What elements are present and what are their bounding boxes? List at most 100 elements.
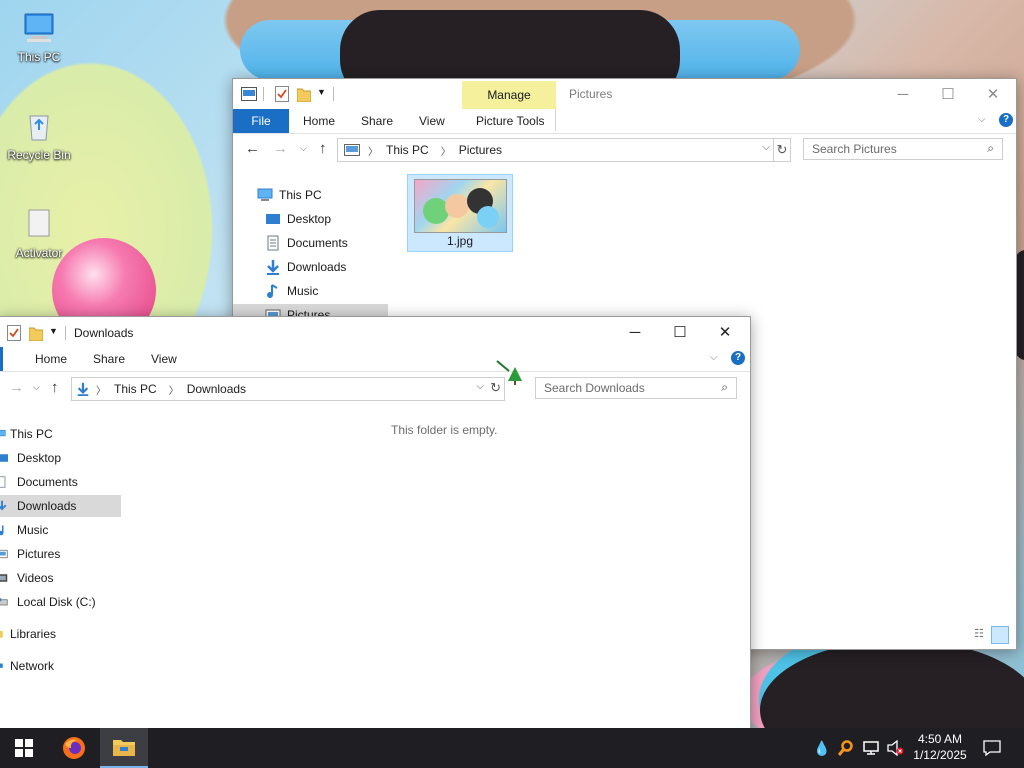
tab-home[interactable]: Home bbox=[25, 347, 77, 371]
help-icon[interactable]: ? bbox=[999, 113, 1013, 127]
firefox-taskbar-button[interactable] bbox=[50, 728, 98, 768]
maximize-button[interactable]: ☐ bbox=[657, 317, 703, 347]
desktop-icon-recycle-bin[interactable]: Recycle Bin bbox=[4, 108, 74, 162]
close-button[interactable]: ✕ bbox=[702, 317, 748, 347]
firefox-icon bbox=[63, 737, 85, 759]
speaker-muted-icon bbox=[887, 740, 904, 756]
new-folder-icon[interactable] bbox=[297, 86, 311, 102]
search-input[interactable]: Search Downloads ⌕ bbox=[535, 377, 737, 399]
nav-item-local-disk[interactable]: Local Disk (C:) bbox=[0, 591, 96, 613]
pictures-icon bbox=[0, 549, 8, 559]
network-status-icon[interactable] bbox=[860, 728, 882, 768]
taskbar: 💧 4:50 AM 1/12/2025 bbox=[0, 728, 1024, 768]
file-tile[interactable]: 1.jpg bbox=[407, 174, 513, 252]
tray-drop-icon[interactable]: 💧 bbox=[812, 728, 832, 768]
nav-item-label: Downloads bbox=[17, 499, 77, 513]
action-center-button[interactable] bbox=[978, 728, 1006, 768]
recent-locations-icon[interactable]: ⌵ bbox=[33, 382, 40, 393]
new-folder-icon[interactable] bbox=[29, 325, 43, 341]
file-explorer-taskbar-button[interactable] bbox=[100, 728, 148, 768]
ribbon-border bbox=[0, 371, 750, 372]
qat-dropdown-icon[interactable]: ▼ bbox=[317, 87, 326, 97]
search-placeholder: Search Pictures bbox=[812, 142, 897, 156]
tab-view[interactable]: View bbox=[141, 347, 187, 371]
tab-file[interactable]: File bbox=[233, 109, 289, 133]
desktop-icon-this-pc[interactable]: This PC bbox=[4, 10, 74, 64]
desktop-icon-activator[interactable]: Activator bbox=[4, 206, 74, 260]
tab-home[interactable]: Home bbox=[293, 109, 345, 133]
tab-file[interactable] bbox=[0, 347, 3, 371]
tab-view[interactable]: View bbox=[409, 109, 455, 133]
start-button[interactable] bbox=[0, 728, 48, 768]
refresh-button[interactable]: ↻ bbox=[773, 138, 791, 162]
forward-button[interactable]: → bbox=[273, 140, 288, 157]
breadcrumb-downloads[interactable]: Downloads bbox=[187, 382, 246, 396]
nav-item-desktop[interactable]: Desktop bbox=[0, 447, 61, 469]
properties-icon[interactable] bbox=[7, 325, 21, 341]
details-view-button[interactable]: ☷ bbox=[971, 627, 987, 643]
up-button[interactable]: ↑ bbox=[51, 379, 59, 396]
tab-share[interactable]: Share bbox=[83, 347, 135, 371]
thumbnail-character bbox=[477, 206, 499, 228]
minimize-button[interactable]: ─ bbox=[612, 317, 658, 347]
file-thumbnail bbox=[414, 179, 507, 233]
nav-item-documents[interactable]: Documents bbox=[0, 471, 78, 493]
nav-item-label: Desktop bbox=[17, 451, 62, 465]
nav-item-desktop[interactable]: Desktop bbox=[265, 208, 331, 230]
back-button[interactable]: ← bbox=[245, 140, 260, 157]
nav-item-videos[interactable]: Videos bbox=[0, 567, 53, 589]
breadcrumb-pictures[interactable]: Pictures bbox=[459, 143, 502, 157]
title-bar[interactable]: ▼ Manage Pictures ─ ☐ ✕ bbox=[233, 79, 1016, 109]
address-dropdown-icon[interactable]: ⌵ bbox=[762, 142, 770, 153]
tray-search-icon[interactable] bbox=[836, 728, 856, 768]
downloads-icon bbox=[0, 500, 7, 511]
nav-item-documents[interactable]: Documents bbox=[265, 232, 348, 254]
nav-item-downloads[interactable]: Downloads bbox=[0, 495, 121, 517]
properties-icon[interactable] bbox=[275, 86, 289, 102]
downloads-explorer-window[interactable]: ▼ Downloads ─ ☐ ✕ Home Share View ⌵ ? → … bbox=[0, 316, 751, 738]
desktop-icon-label: Activator bbox=[15, 246, 63, 260]
nav-item-pictures[interactable]: Pictures bbox=[0, 543, 60, 565]
nav-item-this-pc[interactable]: This PC bbox=[257, 184, 322, 206]
tab-share[interactable]: Share bbox=[351, 109, 403, 133]
nav-item-this-pc[interactable]: This PC bbox=[0, 423, 53, 445]
desktop-icon-label: Recycle Bin bbox=[7, 148, 71, 162]
downloads-icon bbox=[267, 260, 279, 275]
large-icons-view-button[interactable] bbox=[991, 626, 1009, 644]
nav-item-label: Videos bbox=[17, 571, 54, 585]
breadcrumb-this-pc[interactable]: This PC bbox=[386, 143, 429, 157]
tab-picture-tools[interactable]: Picture Tools bbox=[466, 109, 554, 133]
expand-ribbon-icon[interactable]: ⌵ bbox=[710, 352, 718, 363]
expand-ribbon-icon[interactable]: ⌵ bbox=[978, 114, 986, 125]
tab-manage[interactable]: Manage bbox=[462, 81, 556, 109]
breadcrumb-this-pc[interactable]: This PC bbox=[114, 382, 157, 396]
close-button[interactable]: ✕ bbox=[970, 79, 1016, 109]
nav-item-label: Documents bbox=[17, 475, 78, 489]
address-bar[interactable]: 〉 This PC 〉 Downloads ⌵ ↻ bbox=[71, 377, 505, 401]
nav-item-downloads[interactable]: Downloads bbox=[265, 256, 346, 278]
minimize-button[interactable]: ─ bbox=[880, 79, 926, 109]
computer-icon bbox=[0, 429, 6, 437]
forward-button[interactable]: → bbox=[9, 379, 24, 396]
up-button[interactable]: ↑ bbox=[319, 140, 327, 157]
address-dropdown-icon[interactable]: ⌵ bbox=[476, 381, 484, 392]
qat-dropdown-icon[interactable]: ▼ bbox=[49, 326, 58, 336]
ribbon-divider bbox=[555, 109, 556, 131]
maximize-button[interactable]: ☐ bbox=[925, 79, 971, 109]
window-title: Pictures bbox=[569, 87, 613, 101]
nav-item-libraries[interactable]: Libraries bbox=[0, 623, 56, 645]
computer-icon bbox=[24, 13, 54, 42]
nav-item-music[interactable]: Music bbox=[0, 519, 48, 541]
nav-item-music[interactable]: Music bbox=[265, 280, 318, 302]
search-input[interactable]: Search Pictures ⌕ bbox=[803, 138, 1003, 160]
taskbar-clock[interactable]: 4:50 AM 1/12/2025 bbox=[906, 731, 974, 763]
desktop-icon-label: This PC bbox=[17, 50, 61, 64]
volume-muted-icon[interactable] bbox=[884, 728, 906, 768]
window-app-icon bbox=[241, 87, 257, 101]
clock-time: 4:50 AM bbox=[917, 732, 963, 746]
address-bar[interactable]: 〉 This PC 〉 Pictures ⌵ bbox=[337, 138, 775, 162]
title-bar[interactable]: ▼ Downloads ─ ☐ ✕ bbox=[0, 317, 750, 347]
recent-locations-icon[interactable]: ⌵ bbox=[300, 143, 307, 154]
nav-item-network[interactable]: Network bbox=[0, 655, 54, 677]
help-icon[interactable]: ? bbox=[731, 351, 745, 365]
